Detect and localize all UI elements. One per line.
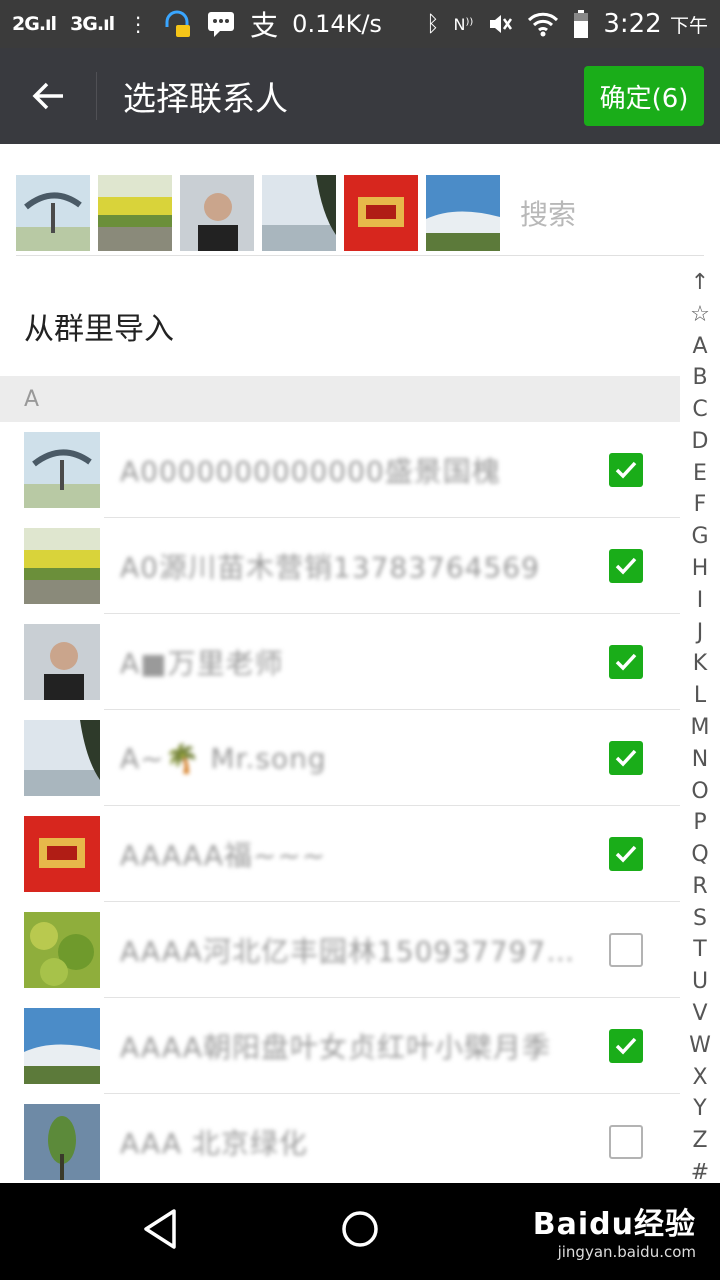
alipay-icon: 支 bbox=[250, 9, 279, 42]
headset-notification-icon bbox=[165, 10, 191, 37]
contact-checkbox[interactable] bbox=[609, 1125, 643, 1159]
list-item[interactable]: A~🌴 Mr.song bbox=[0, 710, 680, 806]
contact-checkbox[interactable] bbox=[609, 453, 643, 487]
index-letter[interactable]: S bbox=[693, 906, 707, 931]
search-input[interactable]: 搜索 bbox=[520, 193, 576, 233]
index-letter[interactable]: # bbox=[691, 1160, 709, 1185]
nfc-icon: N⁾⁾ bbox=[453, 14, 474, 34]
contact-name: AAAAA福~~~ bbox=[120, 839, 327, 872]
index-letter[interactable]: G bbox=[691, 524, 708, 549]
contact-list: A0000000000000盛景国槐 A0源川苗木营销13783764569 A… bbox=[0, 422, 680, 1190]
selected-avatar-6[interactable] bbox=[426, 174, 500, 251]
index-letter[interactable]: X bbox=[692, 1065, 707, 1090]
index-letter[interactable]: U bbox=[692, 969, 708, 994]
index-letter[interactable]: I bbox=[697, 588, 704, 613]
index-letter[interactable]: M bbox=[691, 715, 710, 740]
index-letter[interactable]: E bbox=[693, 461, 707, 486]
index-letter[interactable]: Z bbox=[692, 1128, 707, 1153]
list-item[interactable]: A■万里老师 bbox=[0, 614, 680, 710]
contact-checkbox[interactable] bbox=[609, 645, 643, 679]
list-item[interactable]: AAA 北京绿化 bbox=[0, 1094, 680, 1190]
index-letter[interactable]: R bbox=[692, 874, 707, 899]
selected-avatar-4[interactable] bbox=[262, 174, 336, 251]
menu-dots-icon: ⋮ bbox=[128, 12, 149, 36]
bluetooth-icon: ᛒ bbox=[426, 11, 440, 37]
index-letter[interactable]: N bbox=[692, 747, 708, 772]
avatar bbox=[24, 528, 100, 604]
mute-icon bbox=[490, 15, 513, 33]
index-letter[interactable]: Y bbox=[693, 1096, 706, 1121]
baidu-jingyan-watermark: Baidu经验 jingyan.baidu.com bbox=[533, 1199, 696, 1261]
index-letter[interactable]: H bbox=[692, 556, 709, 581]
appbar-divider bbox=[96, 72, 97, 120]
list-item[interactable]: A0000000000000盛景国槐 bbox=[0, 422, 680, 518]
avatar bbox=[24, 816, 100, 892]
avatar bbox=[24, 624, 100, 700]
watermark-main: Baidu经验 bbox=[532, 1207, 696, 1242]
home-circle-icon[interactable] bbox=[340, 1207, 380, 1251]
app-bar: 选择联系人 确定(6) bbox=[0, 48, 720, 144]
section-header: A bbox=[0, 376, 680, 422]
index-letter[interactable]: K bbox=[693, 651, 707, 676]
index-letter[interactable]: W bbox=[689, 1033, 711, 1058]
confirm-button[interactable]: 确定(6) bbox=[584, 66, 704, 126]
contact-name: AAAA朝阳盘叶女贞红叶小檗月季 bbox=[120, 1031, 551, 1064]
clock: 3:22 下午 bbox=[603, 9, 708, 39]
avatar bbox=[24, 912, 100, 988]
contact-checkbox[interactable] bbox=[609, 741, 643, 775]
index-letter[interactable]: P bbox=[693, 810, 706, 835]
selected-avatar-3[interactable] bbox=[180, 174, 254, 251]
index-letter[interactable]: ☆ bbox=[690, 302, 710, 327]
index-letter[interactable]: T bbox=[693, 937, 706, 962]
watermark-sub: jingyan.baidu.com bbox=[557, 1243, 696, 1261]
index-letter[interactable]: O bbox=[691, 779, 708, 804]
network-3g-label: 3G.ıl bbox=[70, 13, 115, 35]
index-letter[interactable]: J bbox=[697, 620, 704, 645]
contact-name: A~🌴 Mr.song bbox=[120, 741, 327, 775]
index-letter[interactable]: C bbox=[692, 397, 707, 422]
list-item[interactable]: A0源川苗木营销13783764569 bbox=[0, 518, 680, 614]
contact-name: AAA 北京绿化 bbox=[120, 1127, 308, 1160]
avatar bbox=[24, 1104, 100, 1180]
battery-icon bbox=[574, 10, 589, 38]
contact-checkbox[interactable] bbox=[609, 837, 643, 871]
selected-avatar-5[interactable] bbox=[344, 174, 418, 251]
contact-name: AAAA河北亿丰园林15093779765 bbox=[120, 935, 576, 968]
index-letter[interactable]: A bbox=[692, 334, 707, 359]
avatar bbox=[24, 432, 100, 508]
selected-contacts-bar: 搜索 bbox=[16, 170, 704, 256]
alphabet-index[interactable]: ↑ ☆ A B C D E F G H I J K L M N O P Q R … bbox=[680, 270, 720, 1185]
contact-name: A■万里老师 bbox=[120, 647, 284, 680]
page-title: 选择联系人 bbox=[123, 79, 288, 118]
network-2g-label: 2G.ıl bbox=[12, 13, 57, 35]
import-from-group[interactable]: 从群里导入 bbox=[0, 280, 680, 372]
avatar bbox=[24, 1008, 100, 1084]
message-icon bbox=[208, 12, 235, 37]
contact-checkbox[interactable] bbox=[609, 549, 643, 583]
index-letter[interactable]: Q bbox=[691, 842, 708, 867]
avatar bbox=[24, 720, 100, 796]
back-arrow-icon bbox=[32, 82, 63, 110]
index-letter[interactable]: F bbox=[694, 492, 707, 517]
contact-name: A0000000000000盛景国槐 bbox=[120, 455, 501, 488]
back-button[interactable] bbox=[0, 48, 96, 144]
contact-checkbox[interactable] bbox=[609, 1029, 643, 1063]
index-letter[interactable]: B bbox=[692, 365, 707, 390]
system-nav-bar: Baidu经验 jingyan.baidu.com bbox=[0, 1183, 720, 1280]
list-item[interactable]: AAAA朝阳盘叶女贞红叶小檗月季 bbox=[0, 998, 680, 1094]
network-speed: 0.14K/s bbox=[292, 10, 382, 38]
index-letter[interactable]: V bbox=[692, 1001, 707, 1026]
list-item[interactable]: AAAA河北亿丰园林15093779765 bbox=[0, 902, 680, 998]
contact-checkbox[interactable] bbox=[609, 933, 643, 967]
status-bar: 2G.ıl 3G.ıl ⋮ 支 0.14K/s ᛒ N⁾⁾ 3:22 下午 bbox=[0, 0, 720, 48]
contact-name: A0源川苗木营销13783764569 bbox=[120, 551, 540, 584]
index-letter[interactable]: D bbox=[692, 429, 709, 454]
selected-avatar-1[interactable] bbox=[16, 174, 90, 251]
index-letter[interactable]: L bbox=[694, 683, 706, 708]
index-letter[interactable]: ↑ bbox=[691, 270, 709, 295]
list-item[interactable]: AAAAA福~~~ bbox=[0, 806, 680, 902]
back-triangle-icon[interactable] bbox=[140, 1207, 180, 1251]
wifi-icon bbox=[528, 12, 559, 37]
selected-avatar-2[interactable] bbox=[98, 174, 172, 251]
